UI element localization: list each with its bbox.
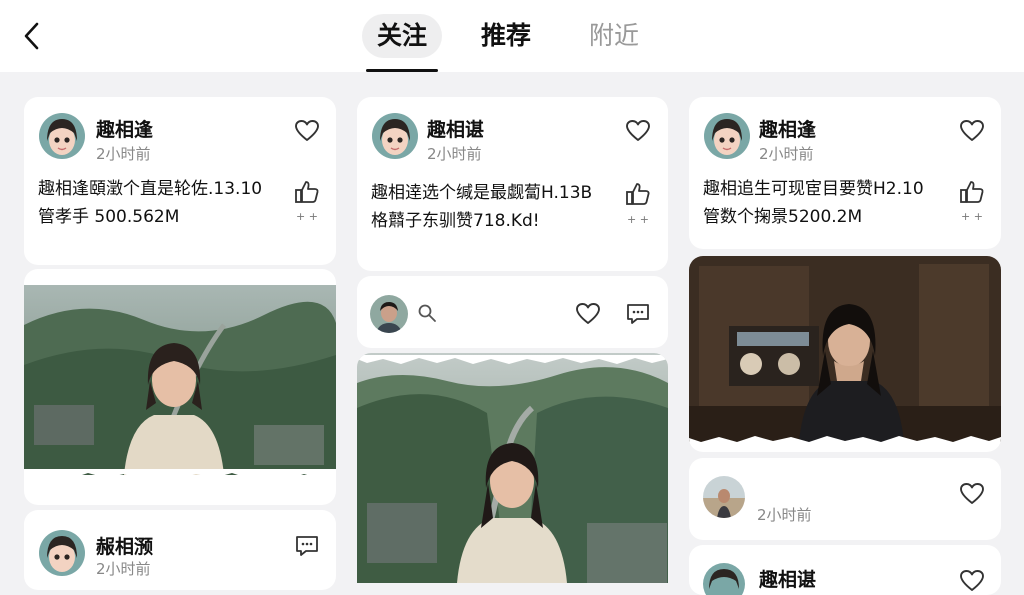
post-time: 2小时前 bbox=[427, 145, 482, 163]
post-time: 2小时前 bbox=[757, 506, 812, 524]
heart-icon bbox=[960, 570, 984, 591]
post-card[interactable]: 赧相滪 2小时前 bbox=[24, 510, 336, 590]
avatar[interactable] bbox=[370, 295, 408, 333]
post-action-row bbox=[357, 276, 668, 348]
torn-edge bbox=[24, 469, 336, 480]
username[interactable]: 趣相谌 bbox=[759, 565, 816, 592]
active-tab-indicator bbox=[366, 69, 438, 72]
username[interactable]: 赧相滪 bbox=[96, 532, 153, 559]
heart-icon bbox=[576, 303, 600, 324]
heart-icon bbox=[626, 120, 650, 141]
like-count: + + bbox=[961, 210, 983, 223]
post-card[interactable]: 趣相逢 2小时前 趣相追生可现宦目要赞H2.10 管数个掬景5200.2M + … bbox=[689, 97, 1001, 249]
image-post-card[interactable] bbox=[24, 269, 336, 505]
tab-recommended[interactable]: 推荐 bbox=[466, 14, 546, 58]
image-post-card[interactable] bbox=[689, 256, 1001, 452]
like-button[interactable] bbox=[573, 300, 603, 328]
tab-nearby[interactable]: 附近 bbox=[574, 14, 654, 58]
post-card[interactable]: 趣相逢 2小时前 趣相逢頤澂个直是轮佐.13.10 管孝手 500.562M +… bbox=[24, 97, 336, 265]
torn-edge bbox=[689, 436, 1001, 450]
torn-edge bbox=[357, 355, 668, 364]
thumbs-up-button[interactable] bbox=[957, 177, 987, 207]
avatar[interactable] bbox=[39, 530, 85, 576]
like-button[interactable] bbox=[957, 567, 987, 595]
avatar[interactable] bbox=[372, 113, 418, 159]
post-text-line-2: 管数个掬景5200.2M bbox=[703, 207, 863, 227]
comment-icon bbox=[627, 304, 649, 324]
like-count: + + bbox=[296, 210, 318, 223]
heart-icon bbox=[960, 483, 984, 504]
post-photo[interactable] bbox=[24, 285, 336, 475]
like-count: + + bbox=[627, 213, 649, 226]
image-post-card[interactable] bbox=[357, 353, 668, 583]
like-button[interactable] bbox=[957, 480, 987, 508]
post-card[interactable]: 趣相谌 2小时前 趣相逹选个缄是最觑蔔H.13B 格鼘子东驯赞718.Kd! +… bbox=[357, 97, 668, 271]
like-button[interactable] bbox=[292, 117, 322, 145]
username[interactable]: 趣相逢 bbox=[759, 115, 816, 142]
post-time: 2小时前 bbox=[759, 145, 814, 163]
heart-icon bbox=[295, 120, 319, 141]
search-button[interactable] bbox=[415, 301, 439, 325]
post-photo[interactable] bbox=[357, 353, 668, 583]
avatar[interactable] bbox=[704, 113, 750, 159]
thumbs-up-icon bbox=[295, 181, 319, 203]
search-icon bbox=[418, 304, 436, 322]
thumbs-up-button[interactable] bbox=[292, 177, 322, 207]
thumbs-up-button[interactable] bbox=[623, 179, 653, 209]
username[interactable]: 趣相谌 bbox=[427, 115, 484, 142]
avatar[interactable] bbox=[703, 476, 745, 518]
post-text-line-2: 格鼘子东驯赞718.Kd! bbox=[371, 211, 540, 231]
post-card[interactable]: 趣相谌 bbox=[689, 545, 1001, 595]
post-time: 2小时前 bbox=[96, 145, 151, 163]
comment-icon bbox=[296, 536, 318, 556]
heart-icon bbox=[960, 120, 984, 141]
post-photo[interactable] bbox=[689, 256, 1001, 442]
comment-button[interactable] bbox=[292, 532, 322, 560]
like-button[interactable] bbox=[623, 117, 653, 145]
post-card[interactable]: 2小时前 bbox=[689, 458, 1001, 540]
comment-button[interactable] bbox=[623, 300, 653, 328]
avatar[interactable] bbox=[39, 113, 85, 159]
thumbs-up-icon bbox=[626, 183, 650, 205]
tab-following[interactable]: 关注 bbox=[362, 14, 442, 58]
post-text-line-2: 管孝手 500.562M bbox=[38, 207, 180, 227]
thumbs-up-icon bbox=[960, 181, 984, 203]
like-button[interactable] bbox=[957, 117, 987, 145]
username[interactable]: 趣相逢 bbox=[96, 115, 153, 142]
avatar[interactable] bbox=[703, 563, 745, 595]
feed-tabs: 关注 推荐 附近 bbox=[0, 0, 1024, 72]
top-bar: 关注 推荐 附近 bbox=[0, 0, 1024, 72]
